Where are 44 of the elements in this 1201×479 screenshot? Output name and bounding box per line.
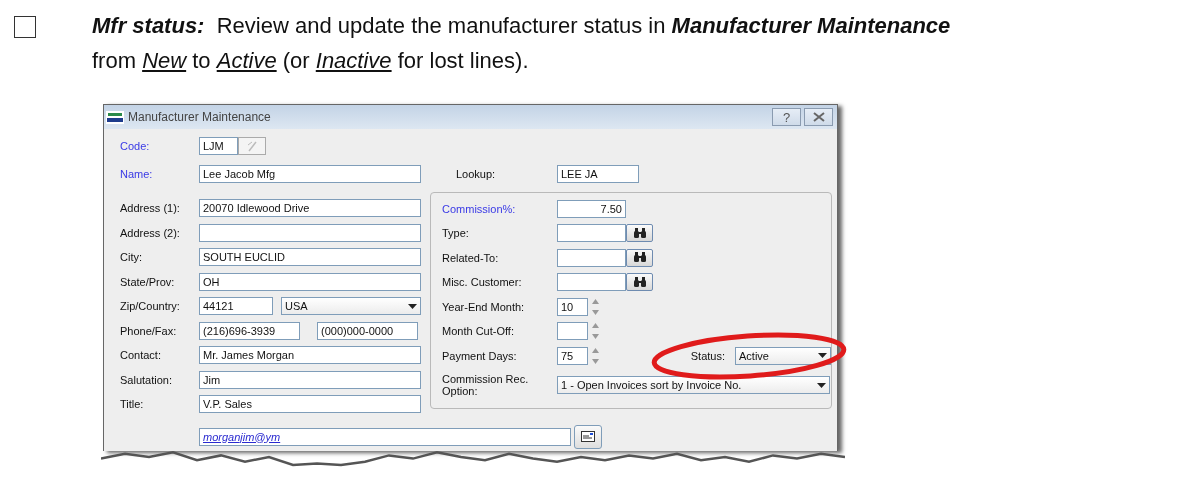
field-label: Address (2):	[120, 226, 181, 239]
text-field[interactable]: (216)696-3939	[199, 321, 300, 340]
text-field[interactable]: 7.50	[557, 199, 626, 218]
text-field[interactable]: 20070 Idlewood Drive	[199, 199, 421, 218]
text-field[interactable]: 44121	[199, 297, 273, 316]
text-field[interactable]: LEE JA	[557, 165, 639, 184]
help-button[interactable]: ?	[772, 108, 801, 126]
text-field[interactable]: LJM	[199, 137, 238, 156]
field-label: Contact:	[120, 349, 162, 362]
field-label: Commission Rec. Option:	[442, 373, 530, 397]
field-label: Misc. Customer:	[442, 276, 523, 289]
text-field[interactable]: (000)000-0000	[317, 321, 418, 340]
text-field[interactable]: Lee Jacob Mfg	[199, 165, 421, 184]
field-label: State/Prov:	[120, 275, 176, 288]
text-field[interactable]: 10	[557, 297, 588, 316]
field-label: Month Cut-Off:	[442, 325, 515, 338]
email-field[interactable]: morganjim@ym	[199, 427, 571, 446]
field-label: Related-To:	[442, 251, 500, 264]
field-label: Salutation:	[120, 373, 173, 386]
instruction-text: Mfr status: Review and update the manufacturer status in Manufacturer Maintenance from New to Active (or Inactive for lost lines).	[92, 12, 952, 75]
text-field[interactable]: OH	[199, 272, 421, 291]
field-label: Status:	[690, 349, 725, 362]
text-field[interactable]: SOUTH EUCLID	[199, 248, 421, 267]
status-dropdown[interactable]: Active	[735, 346, 831, 365]
email-link[interactable]: morganjim@ym	[203, 430, 281, 443]
field-label: City:	[120, 251, 143, 264]
option-dropdown[interactable]: 1 - Open Invoices sort by Invoice No.	[557, 376, 830, 394]
field-label: Title:	[120, 398, 145, 411]
window-title: Manufacturer Maintenance	[128, 110, 271, 124]
field-label: Lookup:	[456, 168, 497, 181]
text-field[interactable]: Jim	[199, 370, 421, 389]
text-field[interactable]: Mr. James Morgan	[199, 346, 421, 365]
text-field[interactable]: V.P. Sales	[199, 395, 421, 414]
country-dropdown[interactable]: USA	[281, 297, 421, 316]
field-label: Type:	[442, 227, 470, 240]
field-label: Payment Days:	[442, 349, 518, 362]
field-label: Phone/Fax:	[120, 324, 178, 337]
text-field[interactable]: 75	[557, 346, 588, 365]
field-label: Code:	[120, 140, 151, 153]
field-label: Commission%:	[442, 202, 517, 215]
field-label: Address (1):	[120, 202, 181, 215]
field-label: Name:	[120, 168, 154, 181]
field-label: Zip/Country:	[120, 300, 181, 313]
field-label: Year-End Month:	[442, 300, 526, 313]
